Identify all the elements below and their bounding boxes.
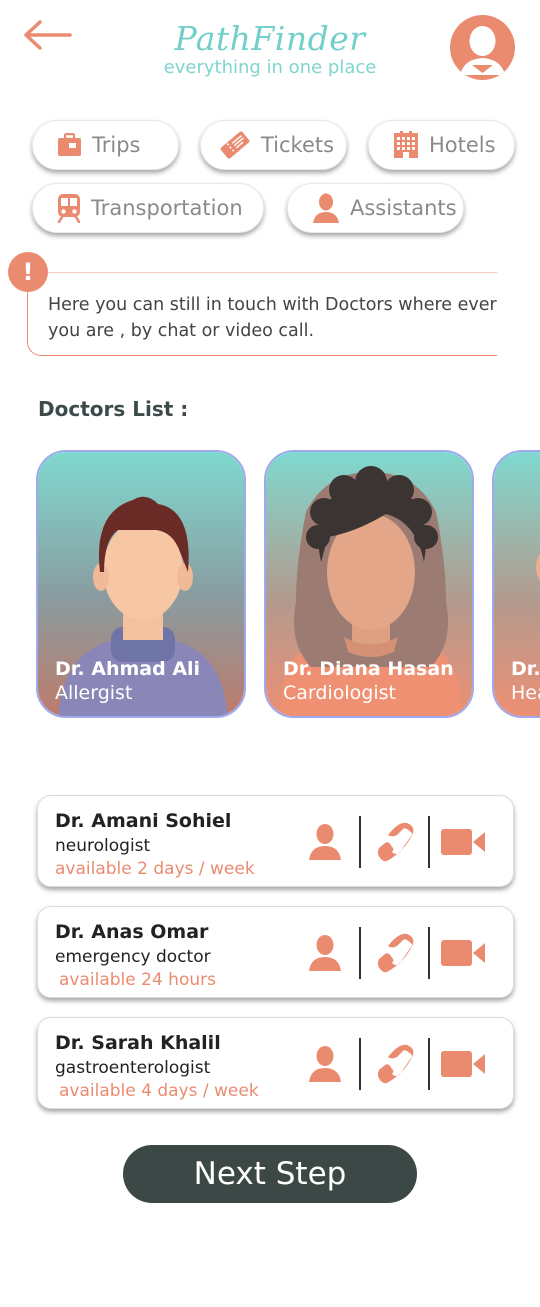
hotel-building-icon [394, 131, 418, 158]
back-arrow-icon [24, 20, 72, 50]
doctor-card-diana[interactable]: Dr. Diana Hasan Cardiologist [264, 450, 474, 718]
doctor-card-name: Dr. Diana Hasan [283, 658, 454, 680]
video-call-icon[interactable] [441, 1051, 485, 1077]
doctor-row-availability: available 2 days / week [55, 859, 255, 879]
doctor-row-name: Dr. Amani Sohiel [55, 810, 232, 832]
category-assistants[interactable]: Assistants [287, 183, 464, 233]
doctor-card-name: Dr. Ahmad Ali [55, 658, 201, 680]
divider [359, 1038, 361, 1090]
person-icon [313, 193, 339, 223]
profile-person-icon[interactable] [308, 824, 342, 860]
info-text: Here you can still in touch with Doctors… [48, 295, 497, 341]
alert-icon: ! [8, 252, 48, 292]
divider [359, 927, 361, 979]
profile-person-icon[interactable] [308, 935, 342, 971]
back-button[interactable] [22, 18, 74, 52]
divider [428, 816, 430, 868]
category-label: Assistants [350, 196, 457, 220]
phone-call-icon[interactable] [375, 821, 417, 863]
doctor-card-specialty: Hea [511, 682, 540, 704]
category-label: Hotels [429, 133, 496, 157]
category-label: Tickets [261, 133, 335, 157]
next-step-button[interactable]: Next Step [123, 1145, 417, 1203]
brand-subtitle: everything in one place [163, 57, 377, 78]
category-hotels[interactable]: Hotels [368, 120, 515, 170]
profile-person-icon[interactable] [308, 1046, 342, 1082]
brand-title: PathFinder [174, 19, 366, 58]
category-transportation[interactable]: Transportation [32, 183, 264, 233]
doctor-row-specialty: neurologist [55, 836, 151, 856]
profile-avatar[interactable] [450, 15, 515, 80]
doctor-card-specialty: Allergist [55, 682, 133, 704]
doctor-row[interactable]: Dr. Sarah Khalil gastroenterologist avai… [37, 1017, 514, 1109]
user-avatar-icon [460, 26, 505, 75]
divider [428, 927, 430, 979]
ticket-icon [220, 131, 250, 159]
category-label: Transportation [91, 196, 243, 220]
doctor-row-specialty: emergency doctor [55, 947, 211, 967]
doctor-card-name: Dr. [511, 658, 540, 680]
doctor-card-specialty: Cardiologist [283, 682, 396, 704]
category-trips[interactable]: Trips [32, 120, 179, 170]
doctor-row[interactable]: Dr. Amani Sohiel neurologist available 2… [37, 795, 514, 887]
video-call-icon[interactable] [441, 940, 485, 966]
divider [428, 1038, 430, 1090]
category-tickets[interactable]: Tickets [200, 120, 347, 170]
video-call-icon[interactable] [441, 829, 485, 855]
divider [359, 816, 361, 868]
suitcase-icon [58, 133, 81, 156]
brand: PathFinder everything in one place [120, 20, 420, 78]
phone-call-icon[interactable] [375, 1043, 417, 1085]
doctor-row-specialty: gastroenterologist [55, 1058, 211, 1078]
category-label: Trips [92, 133, 141, 157]
doctor-row-availability: available 24 hours [59, 970, 216, 990]
doctor-row[interactable]: Dr. Anas Omar emergency doctor available… [37, 906, 514, 998]
doctors-list-title: Doctors List : [38, 397, 189, 421]
doctor-row-name: Dr. Sarah Khalil [55, 1032, 221, 1054]
doctor-card-partial[interactable]: Dr. Hea [492, 450, 540, 718]
doctor-row-availability: available 4 days / week [59, 1081, 259, 1101]
doctor-card-ahmad[interactable]: Dr. Ahmad Ali Allergist [36, 450, 246, 718]
phone-call-icon[interactable] [375, 932, 417, 974]
doctor-row-name: Dr. Anas Omar [55, 921, 209, 943]
train-icon [57, 194, 81, 223]
